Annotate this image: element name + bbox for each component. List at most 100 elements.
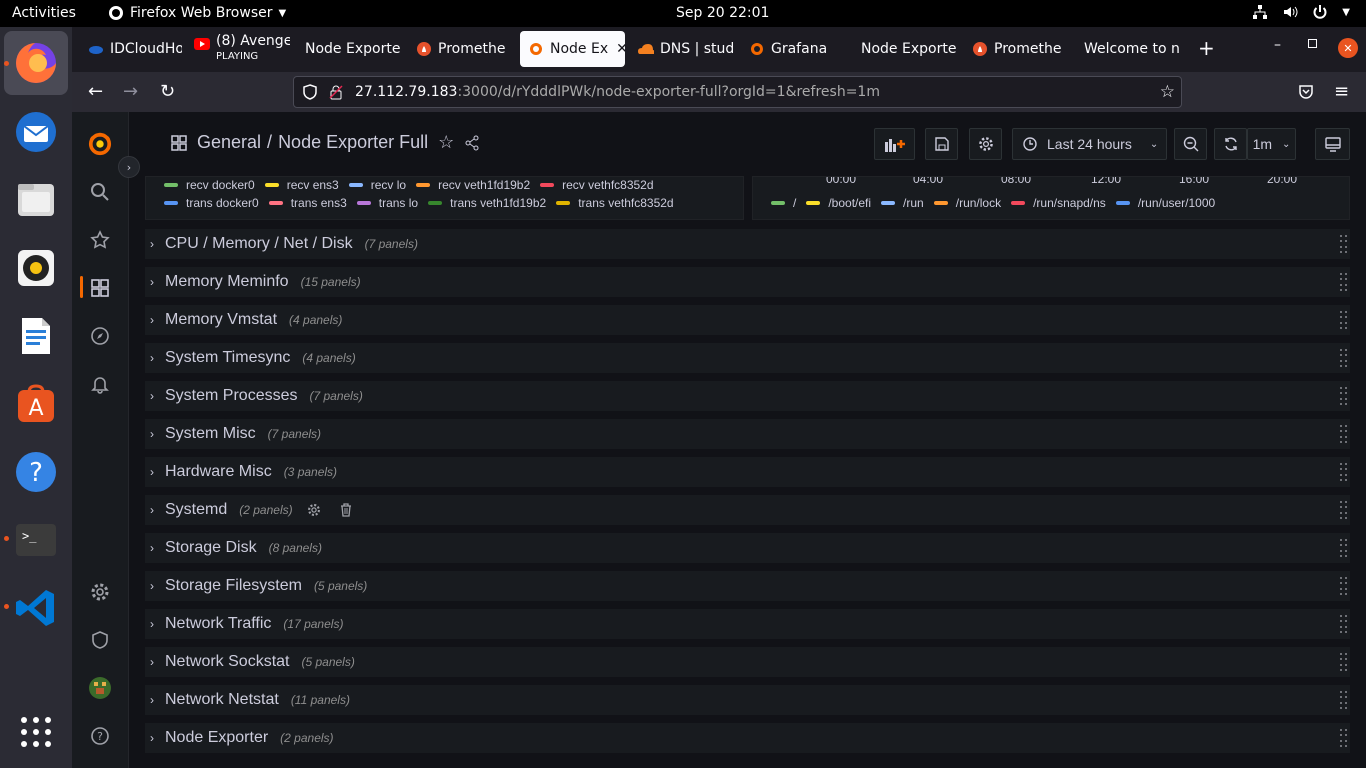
- legend-item[interactable]: /run/user/1000: [1115, 196, 1215, 210]
- drag-handle-icon[interactable]: [1340, 691, 1348, 709]
- tab-prometheus[interactable]: Promethe: [408, 31, 512, 67]
- row-delete-trash-icon[interactable]: [339, 503, 353, 517]
- drag-handle-icon[interactable]: [1340, 235, 1348, 253]
- dashboards-icon[interactable]: [88, 276, 112, 300]
- terminal-icon[interactable]: >_: [12, 516, 60, 564]
- libreoffice-writer-icon[interactable]: [12, 312, 60, 360]
- legend-item[interactable]: /boot/efi: [806, 196, 871, 210]
- row-settings-gear-icon[interactable]: [307, 503, 321, 517]
- forward-arrow-icon[interactable]: →: [123, 82, 138, 102]
- files-icon[interactable]: [12, 176, 60, 224]
- rhythmbox-icon[interactable]: [12, 244, 60, 292]
- drag-handle-icon[interactable]: [1340, 273, 1348, 291]
- legend-item[interactable]: trans docker0: [164, 196, 259, 210]
- help-circle-icon[interactable]: ?: [88, 724, 112, 748]
- close-window-icon[interactable]: ✕: [1338, 38, 1358, 58]
- explore-compass-icon[interactable]: [88, 324, 112, 348]
- close-tab-icon[interactable]: ✕: [616, 41, 625, 57]
- reload-icon[interactable]: ↻: [160, 82, 175, 102]
- drag-handle-icon[interactable]: [1340, 501, 1348, 519]
- bookmark-star-icon[interactable]: ☆: [1160, 82, 1175, 102]
- zoom-out-button[interactable]: [1174, 128, 1207, 160]
- legend-item[interactable]: /: [771, 196, 796, 210]
- legend-item[interactable]: trans veth1fd19b2: [428, 196, 546, 210]
- row-memory-vmstat[interactable]: › Memory Vmstat (4 panels): [145, 305, 1350, 335]
- search-icon[interactable]: [88, 180, 112, 204]
- drag-handle-icon[interactable]: [1340, 729, 1348, 747]
- sidebar-expand-button[interactable]: ›: [118, 156, 140, 178]
- minimize-window-icon[interactable]: –: [1274, 37, 1281, 53]
- new-tab-button[interactable]: +: [1198, 37, 1215, 59]
- tab-node-exporter-2[interactable]: Node Exporte: [853, 31, 957, 67]
- app-menu[interactable]: Firefox Web Browser ▼: [108, 5, 286, 21]
- show-apps-icon[interactable]: [12, 708, 60, 756]
- tab-node-exporter[interactable]: Node Exporte: [297, 31, 401, 67]
- row-network-traffic[interactable]: › Network Traffic (17 panels): [145, 609, 1350, 639]
- row-cpu-memory-net-disk[interactable]: › CPU / Memory / Net / Disk (7 panels): [145, 229, 1350, 259]
- drag-handle-icon[interactable]: [1340, 577, 1348, 595]
- dashboard-settings-button[interactable]: [969, 128, 1002, 160]
- thunderbird-icon[interactable]: [12, 108, 60, 156]
- clock[interactable]: Sep 20 22:01: [676, 5, 769, 21]
- starred-icon[interactable]: [88, 228, 112, 252]
- drag-handle-icon[interactable]: [1340, 463, 1348, 481]
- star-favorite-icon[interactable]: ☆: [438, 132, 454, 153]
- tab-cloudflare-dns[interactable]: DNS | stud: [630, 31, 734, 67]
- row-storage-disk[interactable]: › Storage Disk (8 panels): [145, 533, 1350, 563]
- row-network-netstat[interactable]: › Network Netstat (11 panels): [145, 685, 1350, 715]
- back-arrow-icon[interactable]: ←: [88, 82, 103, 102]
- legend-item[interactable]: /run/lock: [933, 196, 1001, 210]
- alerting-bell-icon[interactable]: [88, 372, 112, 396]
- vscode-icon[interactable]: [12, 584, 60, 632]
- row-storage-filesystem[interactable]: › Storage Filesystem (5 panels): [145, 571, 1350, 601]
- user-avatar[interactable]: [88, 676, 112, 700]
- maximize-window-icon[interactable]: [1308, 39, 1317, 48]
- row-system-processes[interactable]: › System Processes (7 panels): [145, 381, 1350, 411]
- time-range-picker[interactable]: Last 24 hours ⌄: [1012, 128, 1167, 160]
- refresh-button[interactable]: [1214, 128, 1247, 160]
- legend-item[interactable]: trans lo: [356, 196, 418, 210]
- tab-welcome[interactable]: Welcome to n: [1076, 31, 1180, 67]
- drag-handle-icon[interactable]: [1340, 539, 1348, 557]
- tab-prometheus-2[interactable]: Promethe: [964, 31, 1068, 67]
- row-memory-meminfo[interactable]: › Memory Meminfo (15 panels): [145, 267, 1350, 297]
- url-bar[interactable]: 27.112.79.183:3000/d/rYdddlPWk/node-expo…: [293, 76, 1182, 108]
- legend-item[interactable]: recv veth1fd19b2: [416, 178, 530, 192]
- configuration-gear-icon[interactable]: [88, 580, 112, 604]
- row-hardware-misc[interactable]: › Hardware Misc (3 panels): [145, 457, 1350, 487]
- pocket-icon[interactable]: [1298, 84, 1314, 100]
- drag-handle-icon[interactable]: [1340, 349, 1348, 367]
- row-system-timesync[interactable]: › System Timesync (4 panels): [145, 343, 1350, 373]
- save-dashboard-button[interactable]: [925, 128, 958, 160]
- legend-item[interactable]: trans vethfc8352d: [556, 196, 674, 210]
- hamburger-menu-icon[interactable]: ≡: [1334, 81, 1349, 102]
- row-system-misc[interactable]: › System Misc (7 panels): [145, 419, 1350, 449]
- grafana-logo-icon[interactable]: [88, 132, 112, 156]
- row-node-exporter[interactable]: › Node Exporter (2 panels): [145, 723, 1350, 753]
- share-icon[interactable]: [464, 135, 480, 151]
- drag-handle-icon[interactable]: [1340, 387, 1348, 405]
- tab-grafana-active[interactable]: Node Ex ✕: [520, 31, 625, 67]
- breadcrumb-folder[interactable]: General: [197, 132, 261, 153]
- activities-button[interactable]: Activities: [12, 5, 76, 21]
- legend-item[interactable]: recv vethfc8352d: [540, 178, 654, 192]
- tv-mode-button[interactable]: [1315, 128, 1350, 160]
- app-center-icon[interactable]: A: [12, 380, 60, 428]
- row-systemd[interactable]: › Systemd (2 panels): [145, 495, 1350, 525]
- legend-item[interactable]: recv lo: [348, 178, 406, 192]
- page-title[interactable]: Node Exporter Full: [278, 132, 428, 153]
- row-network-sockstat[interactable]: › Network Sockstat (5 panels): [145, 647, 1350, 677]
- drag-handle-icon[interactable]: [1340, 615, 1348, 633]
- legend-item[interactable]: recv docker0: [164, 178, 255, 192]
- server-admin-shield-icon[interactable]: [88, 628, 112, 652]
- refresh-interval-picker[interactable]: 1m ⌄: [1247, 128, 1296, 160]
- drag-handle-icon[interactable]: [1340, 311, 1348, 329]
- add-panel-button[interactable]: [874, 128, 915, 160]
- legend-item[interactable]: recv ens3: [264, 178, 339, 192]
- tab-grafana[interactable]: Grafana: [741, 31, 845, 67]
- system-tray[interactable]: ▼: [1252, 4, 1350, 20]
- drag-handle-icon[interactable]: [1340, 653, 1348, 671]
- tab-youtube[interactable]: (8) Avenge PLAYING: [186, 31, 290, 67]
- legend-item[interactable]: /run/snapd/ns: [1011, 196, 1106, 210]
- legend-item[interactable]: trans ens3: [268, 196, 347, 210]
